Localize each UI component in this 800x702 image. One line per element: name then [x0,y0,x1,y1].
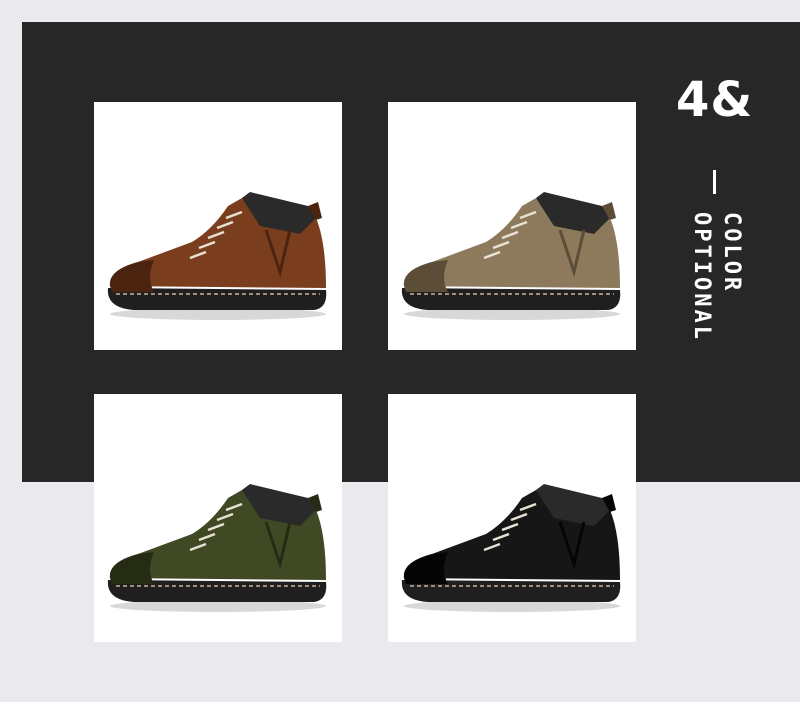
boot-toe-cap [109,552,154,584]
black-boot-image [401,484,621,612]
product-tile-black[interactable] [388,394,636,642]
boot-toe-cap [109,260,154,292]
product-tile-khaki[interactable] [388,102,636,350]
caption-line-optional: OPTIONAL [689,212,714,342]
vertical-dash-divider [713,170,716,194]
boot-toe-cap [403,260,448,292]
brown-boot-image [107,192,327,320]
product-tile-brown[interactable] [94,102,342,350]
headline-text: 4& [676,72,754,128]
green-boot-image [107,484,327,612]
caption-line-color: COLOR [719,212,744,294]
product-tile-green[interactable] [94,394,342,642]
color-optional-caption: COLOR OPTIONAL [686,212,746,342]
boot-toe-cap [403,552,448,584]
khaki-boot-image [401,192,621,320]
